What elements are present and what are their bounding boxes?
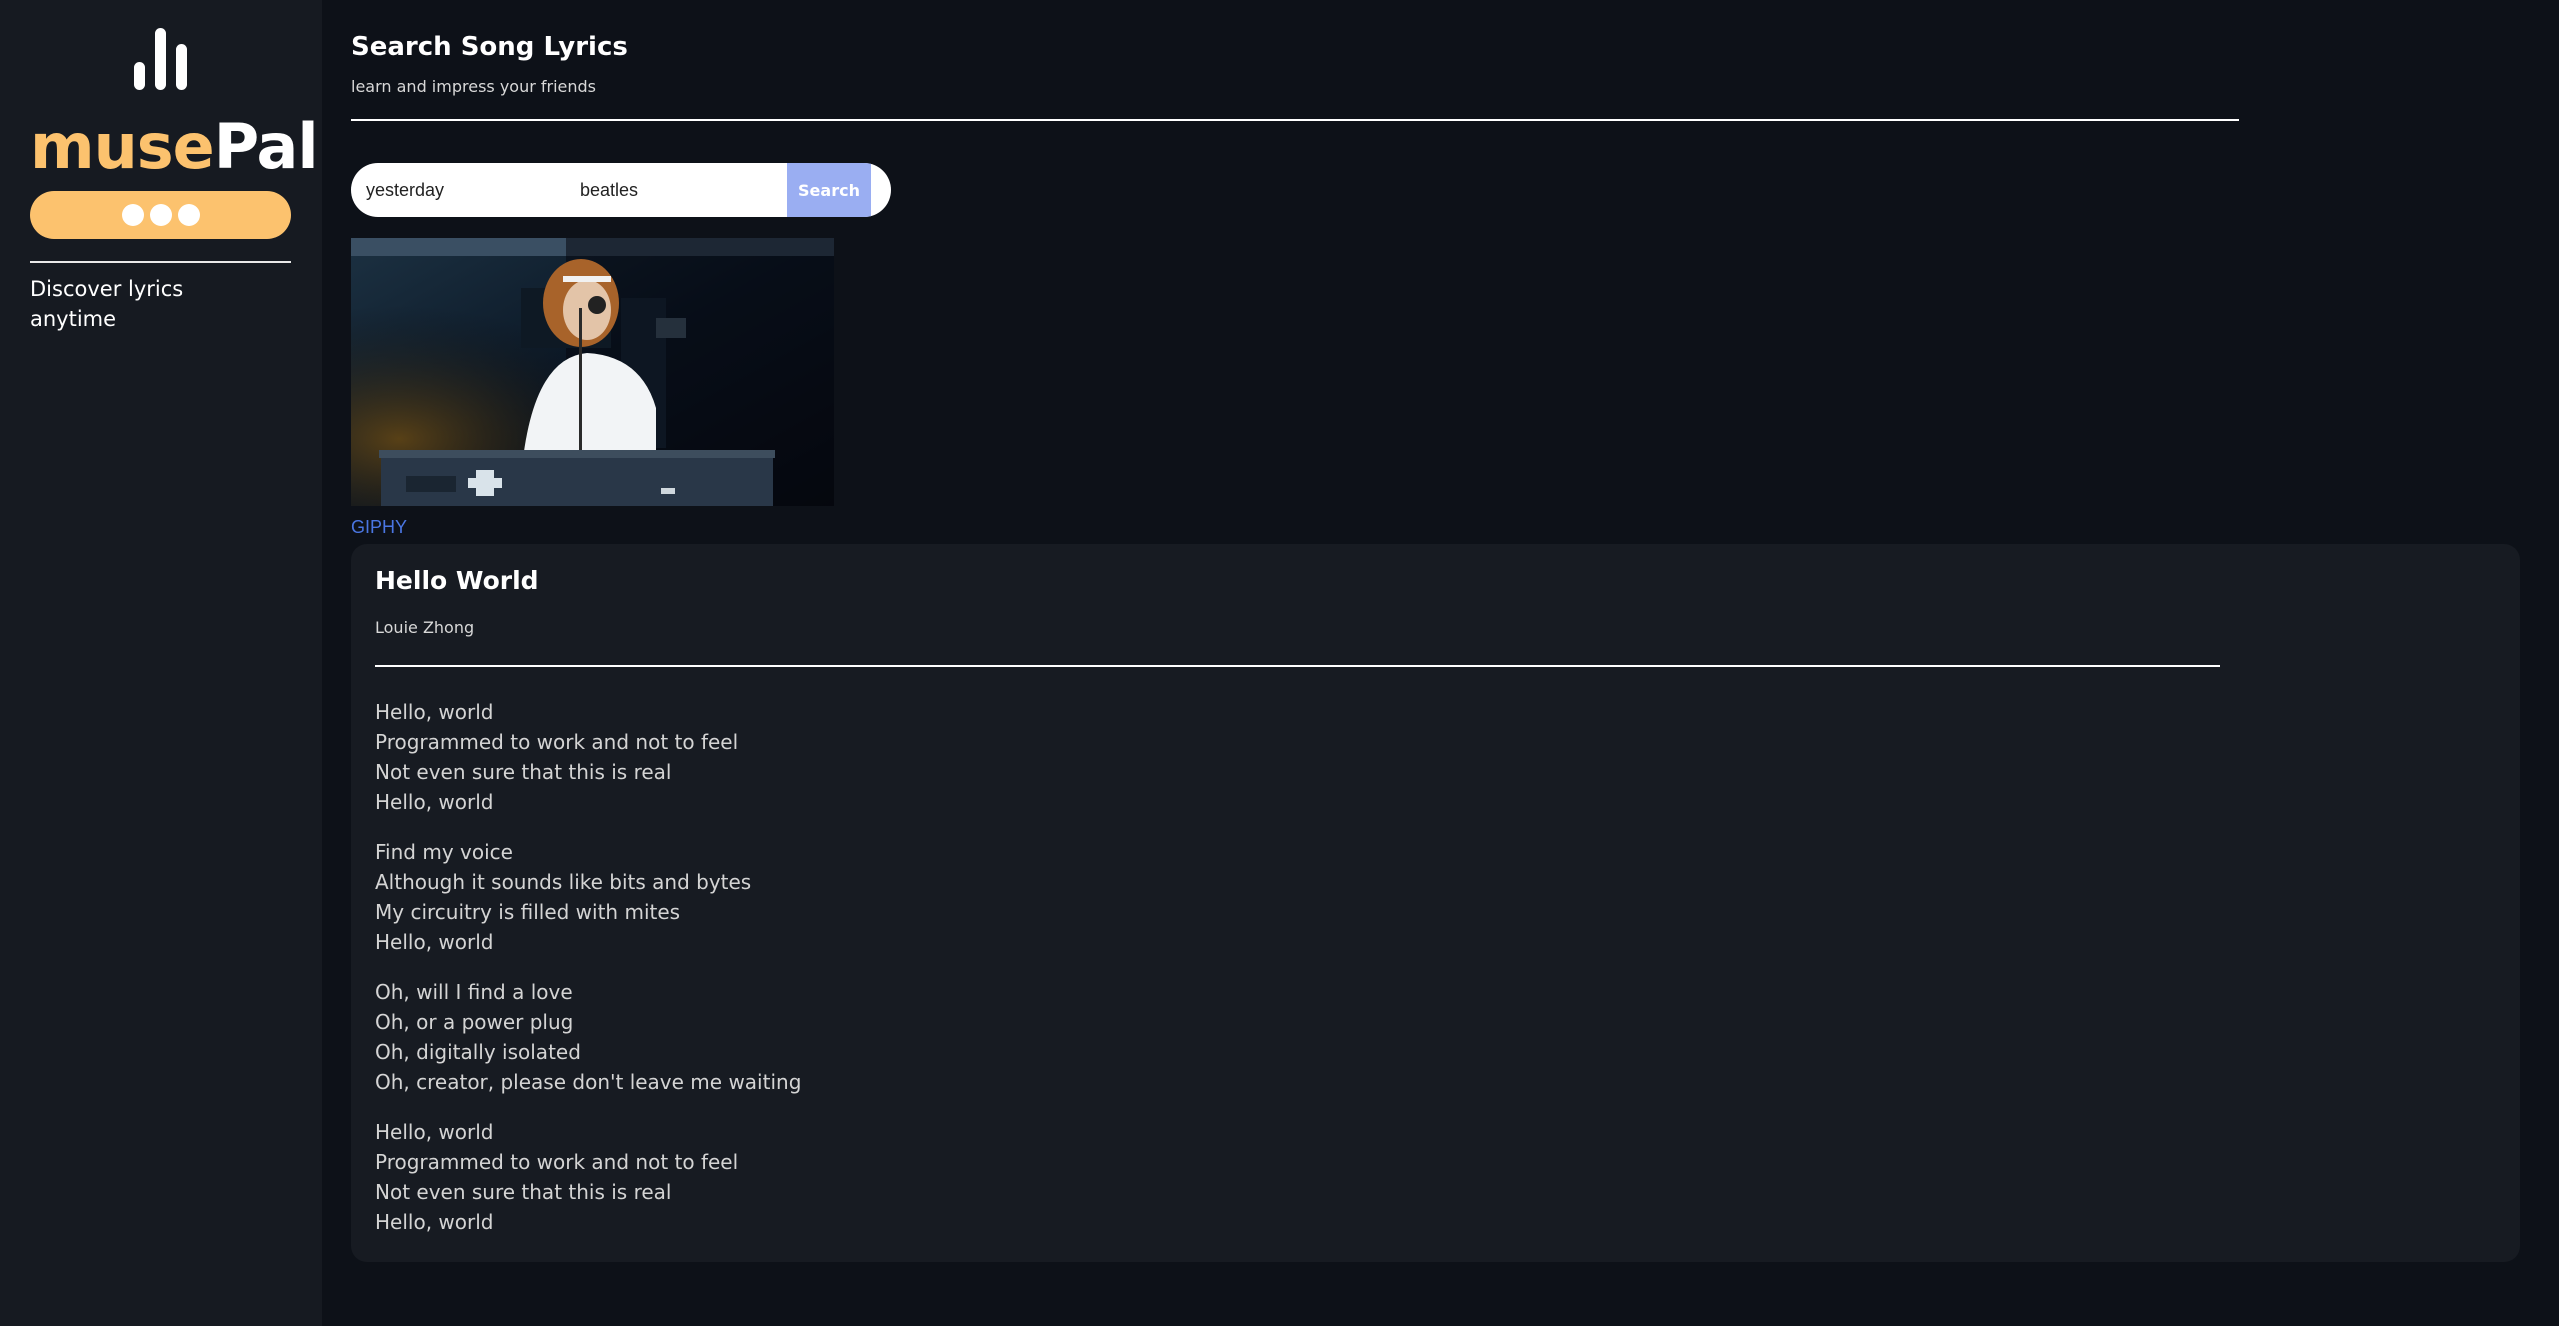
three-dots-icon bbox=[121, 204, 144, 226]
giphy-link[interactable]: GIPHY bbox=[351, 517, 407, 538]
artist-input[interactable] bbox=[580, 163, 787, 217]
page-subtitle: learn and impress your friends bbox=[351, 77, 597, 96]
stanza: Hello, world Programmed to work and not … bbox=[375, 1117, 801, 1237]
stanza: Hello, world Programmed to work and not … bbox=[375, 697, 801, 817]
brand-logo: musePal bbox=[30, 110, 319, 183]
stanza: Find my voice Although it sounds like bi… bbox=[375, 837, 801, 957]
lyric-line: Find my voice bbox=[375, 840, 513, 864]
lyric-line: Oh, digitally isolated bbox=[375, 1040, 581, 1064]
main-content: Search Song Lyrics learn and impress you… bbox=[322, 0, 2559, 1326]
lyrics-body: Hello, world Programmed to work and not … bbox=[375, 697, 801, 1257]
artist-gif bbox=[351, 238, 834, 506]
song-artist: Louie Zhong bbox=[375, 618, 475, 637]
menu-button[interactable] bbox=[30, 191, 291, 239]
song-title: Hello World bbox=[375, 566, 539, 595]
card-divider bbox=[375, 665, 2220, 667]
search-button[interactable]: Search bbox=[787, 163, 871, 217]
lyric-line: Not even sure that this is real bbox=[375, 1180, 672, 1204]
lyric-line: Not even sure that this is real bbox=[375, 760, 672, 784]
lyric-line: Programmed to work and not to feel bbox=[375, 730, 739, 754]
brand-muse: muse bbox=[30, 110, 215, 183]
lyrics-card: Hello World Louie Zhong Hello, world Pro… bbox=[351, 544, 2520, 1262]
lyric-line: Hello, world bbox=[375, 1120, 494, 1144]
lyric-line: Hello, world bbox=[375, 790, 494, 814]
lyric-line: Hello, world bbox=[375, 1210, 494, 1234]
performer-image bbox=[351, 238, 834, 506]
lyric-line: Hello, world bbox=[375, 700, 494, 724]
stanza: Oh, will I find a love Oh, or a power pl… bbox=[375, 977, 801, 1097]
lyric-line: My circuitry is filled with mites bbox=[375, 900, 681, 924]
lyric-line: Oh, or a power plug bbox=[375, 1010, 574, 1034]
equalizer-bars-icon bbox=[134, 28, 187, 90]
lyric-line: Although it sounds like bits and bytes bbox=[375, 870, 752, 894]
dot bbox=[149, 204, 172, 226]
sidebar: musePal Discover lyrics anytime bbox=[0, 0, 322, 1326]
tagline: Discover lyrics anytime bbox=[30, 277, 184, 331]
search-bar: Search bbox=[351, 163, 891, 217]
dot bbox=[177, 204, 200, 226]
lyric-line: Oh, will I find a love bbox=[375, 980, 573, 1004]
brand-pal: Pal bbox=[213, 110, 319, 183]
lyric-line: Hello, world bbox=[375, 930, 494, 954]
page-title: Search Song Lyrics bbox=[351, 32, 628, 62]
header-divider bbox=[351, 119, 2239, 121]
lyric-line: Programmed to work and not to feel bbox=[375, 1150, 739, 1174]
song-input[interactable] bbox=[351, 163, 580, 217]
lyric-line: Oh, creator, please don't leave me waiti… bbox=[375, 1070, 802, 1094]
sidebar-divider bbox=[30, 261, 291, 263]
